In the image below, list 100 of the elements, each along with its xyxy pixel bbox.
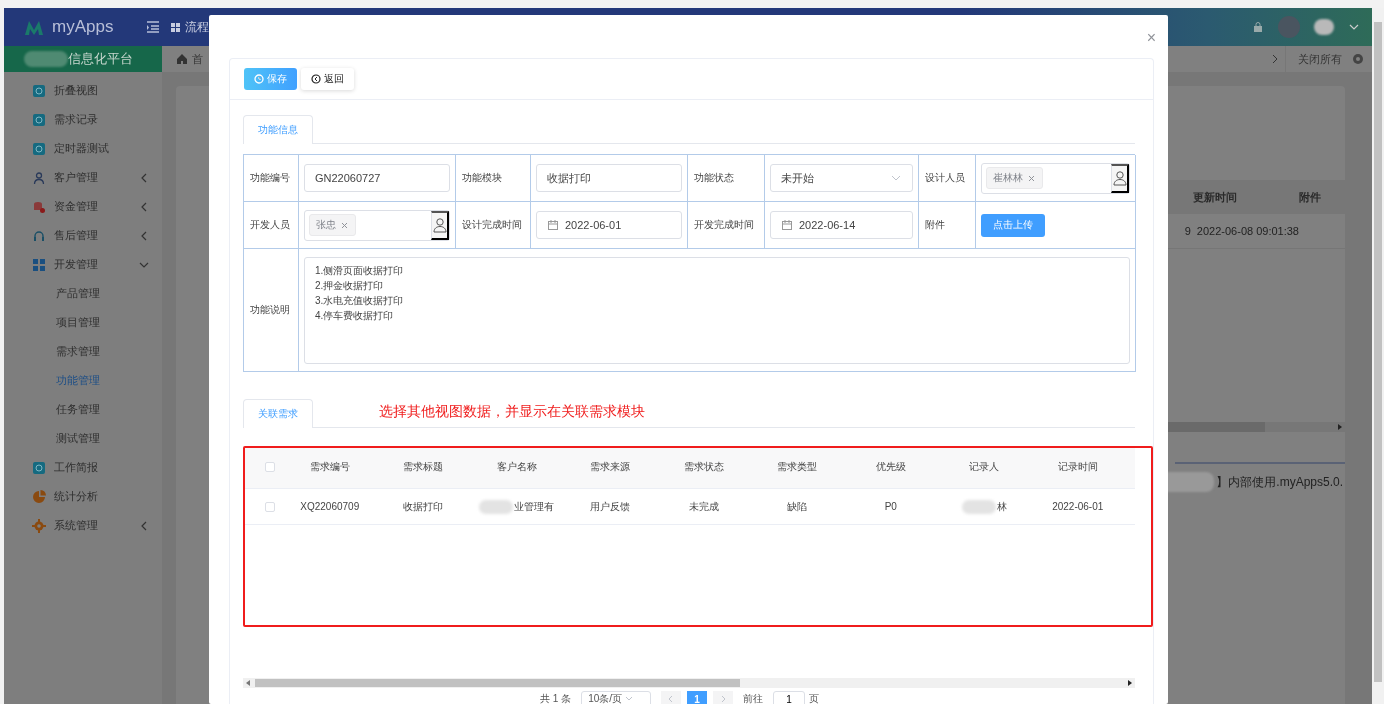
page-button[interactable]: 1: [687, 691, 708, 704]
sidebar-item[interactable]: 需求记录: [4, 105, 162, 134]
clock-icon: [254, 74, 264, 84]
app-name: myApps: [52, 17, 114, 37]
description-field[interactable]: 1.侧滑页面收据打印 2.押金收据打印 3.水电充值收据打印 4.停车费收据打印: [304, 256, 1130, 364]
cube-icon: [32, 141, 46, 156]
text-field[interactable]: GN22060727: [304, 164, 450, 192]
sidebar-item[interactable]: 资金管理: [4, 192, 162, 221]
menu-icon: [146, 20, 160, 34]
submenu-item[interactable]: 任务管理: [4, 395, 162, 424]
close-button[interactable]: ×: [1146, 29, 1156, 47]
sidebar-item[interactable]: 定时器测试: [4, 134, 162, 163]
field-label: 功能模块: [456, 155, 531, 202]
sidebar-item[interactable]: 折叠视图: [4, 76, 162, 105]
sidebar-item[interactable]: 售后管理: [4, 221, 162, 250]
table-cell: 业管理有: [470, 499, 564, 514]
horizontal-scrollbar[interactable]: [243, 678, 1135, 688]
checkbox[interactable]: [265, 462, 275, 472]
select-field[interactable]: 未开始: [770, 164, 913, 192]
person-tag: 崔林林: [986, 167, 1043, 189]
sidebar-item[interactable]: 统计分析: [4, 482, 162, 511]
submenu-item[interactable]: 项目管理: [4, 308, 162, 337]
field-label: 开发人员: [244, 202, 299, 249]
table-cell-text: 2022-06-01: [1051, 501, 1105, 512]
close-icon: [1027, 173, 1036, 183]
page-size-select[interactable]: 10条/页: [581, 691, 652, 704]
submenu-item[interactable]: 需求管理: [4, 337, 162, 366]
column-header: 优先级: [874, 460, 907, 474]
table-cell-text: 未完成: [687, 499, 720, 514]
sidebar-item[interactable]: 开发管理: [4, 250, 162, 279]
column-header: 需求标题: [402, 460, 445, 474]
annotation-text: 选择其他视图数据，并显示在关联需求模块: [379, 402, 645, 421]
cube-icon: [32, 112, 46, 127]
coins-icon: [32, 199, 46, 214]
next-page-button[interactable]: [713, 691, 734, 704]
person-icon: [1111, 170, 1128, 186]
grid-icon: [170, 21, 181, 33]
column-header: 记录时间: [1056, 460, 1099, 474]
back-icon: [311, 74, 321, 84]
person-picker-button[interactable]: [1111, 163, 1129, 193]
upload-button[interactable]: 点击上传: [981, 213, 1045, 237]
table-cell-text: 收据打印: [402, 499, 445, 514]
field-label: 开发完成时间: [688, 202, 765, 249]
field-label: 设计人员: [919, 155, 976, 202]
column-header: 需求类型: [776, 460, 819, 474]
field-label: 功能状态: [688, 155, 765, 202]
people-field[interactable]: 崔林林: [981, 162, 1130, 194]
platform-name: 信息化平台: [68, 50, 133, 68]
sidebar-item[interactable]: 工作简报: [4, 453, 162, 482]
page-suffix: 页: [809, 692, 820, 704]
text-field[interactable]: 收据打印: [536, 164, 682, 192]
redacted-name: [1314, 19, 1334, 35]
home-tab[interactable]: 首: [192, 51, 203, 67]
previous-page-button[interactable]: [661, 691, 682, 704]
field-label: 附件: [919, 202, 976, 249]
date-field[interactable]: 2022-06-01: [536, 211, 682, 239]
avatar[interactable]: [1278, 16, 1300, 38]
back-button[interactable]: 返回: [301, 68, 354, 90]
close-all-button[interactable]: 关闭所有: [1298, 51, 1342, 67]
top-menu-item[interactable]: 流程: [185, 18, 209, 36]
goto-label: 前往: [743, 692, 764, 704]
sidebar-item[interactable]: 系统管理: [4, 511, 162, 540]
table-cell-text: 9: [1184, 225, 1192, 237]
close-icon: [340, 220, 349, 230]
column-header: 需求来源: [589, 460, 632, 474]
submenu-item[interactable]: 测试管理: [4, 424, 162, 453]
headset-icon: [32, 228, 46, 243]
gear-icon: [1352, 53, 1364, 65]
tab[interactable]: 功能信息: [243, 115, 313, 144]
submenu-item[interactable]: 功能管理: [4, 366, 162, 395]
field-label: 设计完成时间: [456, 202, 531, 249]
person-picker-button[interactable]: [431, 210, 449, 240]
pie-chart-icon: [32, 489, 46, 504]
checkbox[interactable]: [265, 501, 275, 512]
cube-icon: [32, 83, 46, 98]
cube-icon: [32, 460, 46, 475]
column-header: 更新时间: [1192, 189, 1238, 205]
column-header: 附件: [1298, 189, 1322, 205]
grid-icon: [32, 257, 46, 272]
date-field[interactable]: 2022-06-14: [770, 211, 913, 239]
table-cell-text: XQ22060709: [299, 501, 361, 512]
page-input[interactable]: 1: [773, 691, 806, 704]
save-button[interactable]: 保存: [244, 68, 297, 90]
table-cell: 林: [937, 499, 1031, 514]
tab[interactable]: 关联需求: [243, 399, 313, 428]
person-tag: 张忠: [309, 214, 356, 236]
gear-icon: [32, 518, 46, 533]
calendar-icon: [781, 219, 793, 231]
submenu-item[interactable]: 产品管理: [4, 279, 162, 308]
sidebar-item[interactable]: 客户管理: [4, 163, 162, 192]
column-header: 需求编号: [308, 460, 351, 474]
people-field[interactable]: 张忠: [304, 209, 450, 241]
column-header: 记录人: [968, 460, 1001, 474]
column-header: 需求状态: [682, 460, 725, 474]
column-header: 客户名称: [495, 460, 538, 474]
home-icon: [176, 53, 188, 65]
redacted-text: [24, 51, 68, 67]
field-label: 功能编号: [244, 155, 299, 202]
table-cell: 2022-06-08 09:01:38: [1196, 225, 1299, 237]
footer-text: 】内部使用.myApps5.0.: [1216, 473, 1343, 491]
